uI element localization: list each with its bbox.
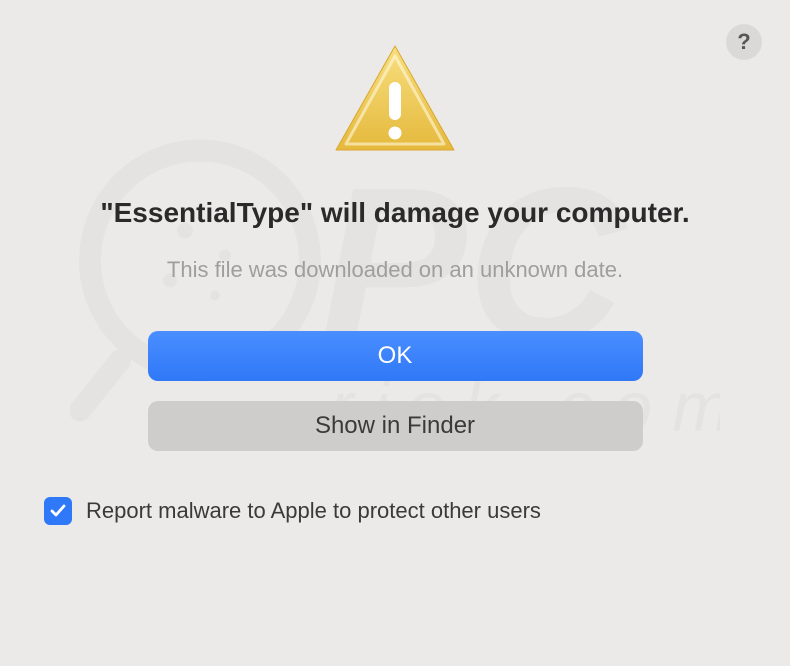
show-in-finder-button[interactable]: Show in Finder: [148, 401, 643, 451]
button-stack: OK Show in Finder: [148, 331, 643, 451]
report-malware-label: Report malware to Apple to protect other…: [86, 498, 541, 524]
malware-warning-dialog: ? "EssentialType" will damage your compu…: [0, 0, 790, 666]
help-button[interactable]: ?: [726, 24, 762, 60]
dialog-subtext: This file was downloaded on an unknown d…: [167, 257, 623, 283]
warning-icon: [330, 40, 460, 165]
ok-button[interactable]: OK: [148, 331, 643, 381]
checkmark-icon: [48, 501, 68, 521]
report-malware-row: Report malware to Apple to protect other…: [40, 497, 541, 525]
report-malware-checkbox[interactable]: [44, 497, 72, 525]
dialog-headline: "EssentialType" will damage your compute…: [70, 195, 719, 231]
